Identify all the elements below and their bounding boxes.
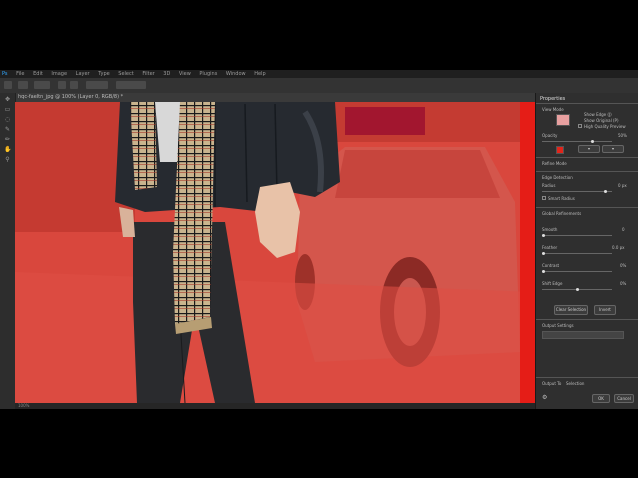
feather-slider-knob[interactable] bbox=[542, 252, 545, 255]
overlay-mode-dropdown[interactable]: ▾ bbox=[578, 145, 600, 153]
smart-radius-label: Smart Radius bbox=[548, 196, 575, 201]
home-icon[interactable] bbox=[4, 81, 12, 89]
contrast-label: Contrast bbox=[542, 263, 560, 268]
opacity-label: Opacity bbox=[542, 133, 558, 138]
brush-size-field[interactable] bbox=[34, 81, 50, 89]
app-logo-icon: Ps bbox=[2, 71, 8, 77]
overlay-color-swatch[interactable] bbox=[556, 146, 564, 154]
properties-panel: Properties View Mode Show Edge (J) Show … bbox=[535, 93, 638, 409]
edge-detection-label[interactable]: Edge Detection bbox=[542, 175, 573, 180]
refine-mode-label[interactable]: Refine Mode bbox=[542, 161, 567, 166]
feather-label: Feather bbox=[542, 245, 558, 250]
menu-filter[interactable]: Filter bbox=[142, 71, 154, 77]
radius-slider-knob[interactable] bbox=[604, 190, 607, 193]
menu-file[interactable]: File bbox=[16, 71, 24, 77]
clear-selection-button[interactable]: Clear Selection bbox=[554, 305, 588, 315]
high-quality-label: High Quality Preview bbox=[584, 124, 626, 129]
street bbox=[15, 272, 535, 403]
menu-view[interactable]: View bbox=[179, 71, 191, 77]
brush-icon[interactable]: ✏ bbox=[4, 137, 11, 143]
car-window bbox=[335, 150, 500, 198]
radius-slider[interactable] bbox=[542, 191, 612, 192]
menu-layer[interactable]: Layer bbox=[76, 71, 90, 77]
menu-bar: Ps File Edit Image Layer Type Select Fil… bbox=[0, 70, 638, 78]
feather-slider[interactable] bbox=[542, 253, 612, 254]
smooth-value[interactable]: 0 bbox=[622, 227, 625, 232]
menu-select[interactable]: Select bbox=[118, 71, 133, 77]
add-mode-icon[interactable] bbox=[58, 81, 66, 89]
output-settings-label[interactable]: Output Settings bbox=[542, 323, 574, 328]
high-quality-checkbox[interactable] bbox=[578, 124, 582, 128]
menu-image[interactable]: Image bbox=[51, 71, 67, 77]
shift-edge-label: Shift Edge bbox=[542, 281, 563, 286]
image-canvas[interactable] bbox=[15, 102, 535, 403]
output-to-label: Output To bbox=[542, 381, 562, 386]
menu-edit[interactable]: Edit bbox=[33, 71, 43, 77]
show-edge-label: Show Edge (J) bbox=[584, 112, 612, 117]
lasso-icon[interactable]: ◌ bbox=[4, 117, 11, 123]
zoom-icon[interactable]: ⚲ bbox=[4, 157, 11, 163]
contrast-value[interactable]: 0% bbox=[620, 263, 626, 268]
feather-value[interactable]: 0.0 px bbox=[612, 245, 625, 250]
tool-preset-icon[interactable] bbox=[18, 81, 28, 89]
shift-edge-value[interactable]: 0% bbox=[620, 281, 626, 286]
select-subject-button[interactable] bbox=[116, 81, 146, 89]
opacity-slider-knob[interactable] bbox=[591, 140, 594, 143]
menu-3d[interactable]: 3D bbox=[163, 71, 170, 77]
opacity-value[interactable]: 50% bbox=[618, 133, 627, 138]
overlay-area-dropdown[interactable]: ▾ bbox=[602, 145, 624, 153]
menu-help[interactable]: Help bbox=[254, 71, 265, 77]
shift-edge-slider-knob[interactable] bbox=[576, 288, 579, 291]
menu-window[interactable]: Window bbox=[226, 71, 246, 77]
canvas[interactable] bbox=[15, 102, 535, 403]
smooth-slider-knob[interactable] bbox=[542, 234, 545, 237]
document-tab[interactable]: hqc-faeltn_jpg @ 100% (Layer 0, RGB/8) * bbox=[15, 93, 535, 102]
radius-label: Radius bbox=[542, 183, 556, 188]
smart-radius-checkbox[interactable] bbox=[542, 196, 546, 200]
global-refinements-label[interactable]: Global Refinements bbox=[542, 211, 581, 216]
gear-icon[interactable]: ⚙ bbox=[542, 394, 547, 401]
move-icon[interactable]: ✥ bbox=[4, 97, 11, 103]
invert-button[interactable]: Invert bbox=[594, 305, 616, 315]
tools-panel: ✥ ▭ ◌ ✎ ✏ ✋ ⚲ bbox=[0, 93, 16, 409]
hand-icon[interactable]: ✋ bbox=[4, 147, 11, 153]
menu-type[interactable]: Type bbox=[98, 71, 109, 77]
quick-select-icon[interactable]: ✎ bbox=[4, 127, 11, 133]
panel-title: Properties bbox=[540, 96, 566, 102]
ok-button[interactable]: OK bbox=[592, 394, 610, 403]
subject-scarf-right bbox=[173, 102, 215, 324]
status-bar: 100% bbox=[15, 403, 535, 409]
view-mode-label: View Mode bbox=[542, 107, 564, 112]
zoom-readout: 100% bbox=[18, 403, 30, 408]
subtract-mode-icon[interactable] bbox=[70, 81, 78, 89]
smooth-slider[interactable] bbox=[542, 235, 612, 236]
marquee-icon[interactable]: ▭ bbox=[4, 107, 11, 113]
view-mode-thumbnail[interactable] bbox=[556, 114, 570, 126]
contrast-slider[interactable] bbox=[542, 271, 612, 272]
contrast-slider-knob[interactable] bbox=[542, 270, 545, 273]
awning bbox=[345, 107, 425, 135]
options-bar bbox=[0, 78, 638, 94]
photoshop-window: Ps File Edit Image Layer Type Select Fil… bbox=[0, 70, 638, 409]
sample-layers-field[interactable] bbox=[86, 81, 108, 89]
cancel-button[interactable]: Cancel bbox=[614, 394, 634, 403]
output-to-value[interactable]: Selection bbox=[566, 381, 584, 386]
smooth-label: Smooth bbox=[542, 227, 558, 232]
radius-value[interactable]: 0 px bbox=[618, 183, 627, 188]
opacity-slider[interactable] bbox=[542, 141, 612, 142]
show-original-label: Show Original (P) bbox=[584, 118, 619, 123]
decontaminate-colors-row[interactable] bbox=[542, 331, 624, 339]
menu-plugins[interactable]: Plugins bbox=[199, 71, 217, 77]
